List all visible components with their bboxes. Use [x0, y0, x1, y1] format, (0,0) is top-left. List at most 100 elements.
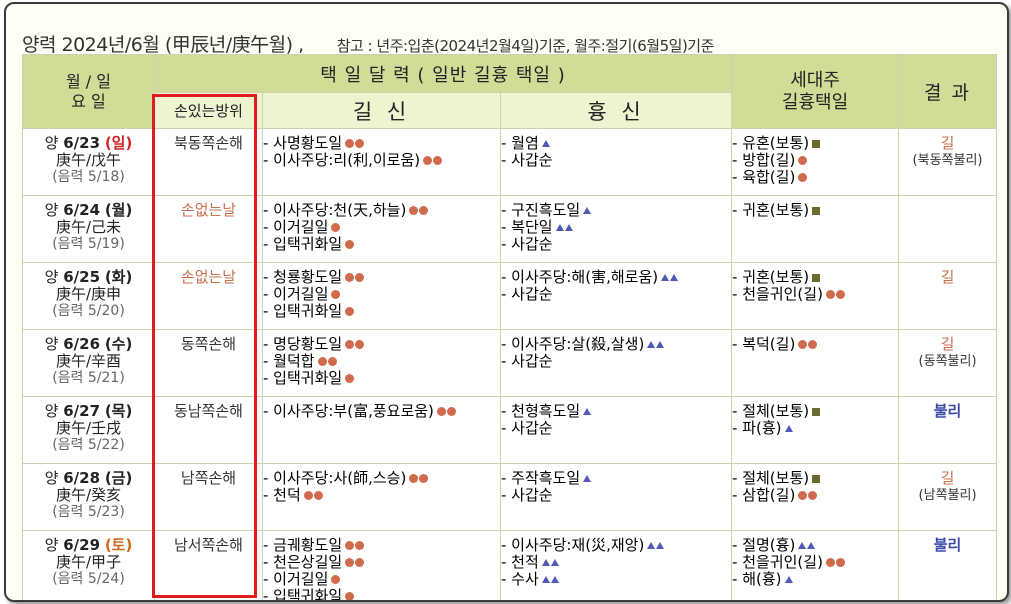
householder-cell: - 귀혼(보통) - 천을귀인(길): [731, 262, 900, 330]
householder-cell-item: - 방합(길): [732, 152, 898, 169]
weekday: (토): [104, 536, 133, 554]
item-text: - 입택귀화일: [263, 302, 343, 320]
son-direction-cell: 동쪽손해: [154, 329, 263, 397]
lunar-date: (음력 5/24): [52, 571, 125, 587]
date-cell: 양 6/26 (수) 庚午/辛酉 (음력 5/21): [22, 329, 155, 397]
good-dot-icon: [355, 340, 365, 349]
item-text: - 사명황도일: [263, 134, 343, 152]
householder-cell-item: - 천을귀인(길): [732, 286, 898, 303]
item-text: - 이거길일: [263, 218, 329, 236]
ganji: 庚午/甲子: [55, 553, 122, 571]
table-row: 양 6/28 (금) 庚午/癸亥 (음력 5/23) 남쪽손해 - 이사주당:사(師,스…: [22, 463, 998, 531]
bad-triangle-icon: [656, 542, 665, 549]
hyungsin-cell: - 이사주당:해(害,해로움) - 사갑순: [499, 262, 733, 330]
date-cell: 양 6/24 (월) 庚午/己未 (음력 5/19): [22, 195, 155, 263]
weekday: (수): [104, 335, 133, 353]
bad-triangle-icon: [550, 576, 559, 583]
result-note: (북동쪽불리): [912, 153, 983, 168]
result-note: (남쪽불리): [918, 488, 977, 503]
ganji: 庚午/戊午: [55, 151, 122, 169]
gilsin-cell-item: - 이사주당:천(天,하늘): [263, 202, 500, 219]
good-dot-icon: [355, 541, 365, 550]
table-row: 양 6/25 (화) 庚午/庚申 (음력 5/20) 손없는날 - 청룡황도일 - 이거길…: [22, 262, 998, 330]
item-text: - 천적: [501, 553, 539, 571]
bad-triangle-icon: [541, 559, 550, 566]
result-cell: [898, 195, 998, 263]
good-dot-icon: [355, 139, 365, 148]
hyungsin-cell-item: - 구진흑도일: [501, 202, 731, 219]
bad-triangle-icon: [647, 341, 656, 348]
bad-triangle-icon: [583, 475, 592, 482]
bad-triangle-icon: [798, 542, 807, 549]
hyungsin-cell-item: - 사갑순: [501, 236, 731, 253]
item-text: - 귀혼(보통): [732, 201, 810, 219]
item-text: - 월염: [501, 134, 539, 152]
hyungsin-cell-item: - 수사: [501, 571, 731, 588]
solar-prefix: 양: [44, 469, 64, 487]
bad-triangle-icon: [670, 274, 679, 281]
item-text: - 입택귀화일: [263, 587, 343, 602]
item-text: - 이사주당:재(災,재앙): [501, 536, 645, 554]
date-cell: 양 6/25 (화) 庚午/庚申 (음력 5/20): [22, 262, 155, 330]
item-text: - 사갑순: [501, 352, 553, 370]
result-cell: 길: [898, 262, 998, 330]
hyungsin-cell-item: - 사갑순: [501, 420, 731, 437]
householder-cell: - 절체(보통) - 삼합(길): [731, 463, 900, 531]
good-dot-icon: [419, 474, 429, 483]
result-label: 불리: [933, 402, 962, 420]
gilsin-cell-item: - 사명황도일: [263, 135, 500, 152]
gilsin-cell-item: - 입택귀화일: [263, 236, 500, 253]
gilsin-cell: - 이사주당:천(天,하늘) - 이거길일 - 입택귀화일: [262, 195, 501, 263]
householder-cell-item: - 해(흉): [732, 571, 898, 588]
good-dot-icon: [345, 374, 355, 383]
good-dot-icon: [303, 491, 313, 500]
hyungsin-cell-item: - 복단일: [501, 219, 731, 236]
weekday: (월): [104, 201, 133, 219]
son-direction-cell: 남서쪽손해: [154, 530, 263, 600]
ganji: 庚午/壬戌: [55, 419, 122, 437]
solar-prefix: 양: [44, 402, 64, 420]
good-dot-icon: [345, 592, 355, 600]
item-text: - 절명(흉): [732, 536, 796, 554]
good-dot-icon: [808, 340, 818, 349]
householder-cell-item: - 절체(보통): [732, 470, 898, 487]
solar-date: 6/28: [63, 469, 101, 487]
page-header: 양력 2024년/6월 (甲辰년/庚午월) , 참고 : 년주:입춘(2024년…: [22, 30, 714, 57]
good-dot-icon: [331, 290, 341, 299]
hyungsin-cell-item: - 주작흑도일: [501, 470, 731, 487]
solar-date: 6/25: [63, 268, 101, 286]
lunar-date: (음력 5/23): [52, 504, 125, 520]
item-text: - 입택귀화일: [263, 369, 343, 387]
householder-cell-item: - 천을귀인(길): [732, 554, 898, 571]
item-text: - 천을귀인(길): [732, 553, 823, 571]
lunar-date: (음력 5/19): [52, 236, 125, 252]
hyungsin-cell-item: - 사갑순: [501, 353, 731, 370]
item-text: - 구진흑도일: [501, 201, 581, 219]
gilsin-cell-item: - 명당황도일: [263, 336, 500, 353]
item-text: - 복단일: [501, 218, 553, 236]
good-dot-icon: [436, 407, 446, 416]
item-text: - 천형흑도일: [501, 402, 581, 420]
good-dot-icon: [798, 156, 808, 165]
result-cell: 불리: [898, 530, 998, 600]
good-dot-icon: [313, 491, 323, 500]
result-cell: 불리: [898, 396, 998, 464]
item-text: - 이거길일: [263, 285, 329, 303]
gilsin-cell-item: - 이거길일: [263, 219, 500, 236]
item-text: - 절체(보통): [732, 402, 810, 420]
good-dot-icon: [345, 273, 355, 282]
table-row: 양 6/29 (토) 庚午/甲子 (음력 5/24) 남서쪽손해 - 금궤황도일 - 천은…: [22, 530, 998, 602]
householder-cell-item: - 절명(흉): [732, 537, 898, 554]
hyungsin-cell-item: - 월염: [501, 135, 731, 152]
neutral-square-icon: [812, 139, 821, 148]
solar-prefix: 양: [44, 201, 64, 219]
good-dot-icon: [798, 340, 808, 349]
lunar-date: (음력 5/18): [52, 169, 125, 185]
solar-prefix: 양: [44, 134, 64, 152]
bad-triangle-icon: [647, 542, 656, 549]
neutral-square-icon: [812, 206, 821, 215]
result-label: 길: [940, 335, 955, 353]
result-label: 길: [940, 268, 955, 286]
column-header-date-line1: 월 / 일: [65, 71, 111, 91]
item-text: - 월덕합: [263, 352, 315, 370]
